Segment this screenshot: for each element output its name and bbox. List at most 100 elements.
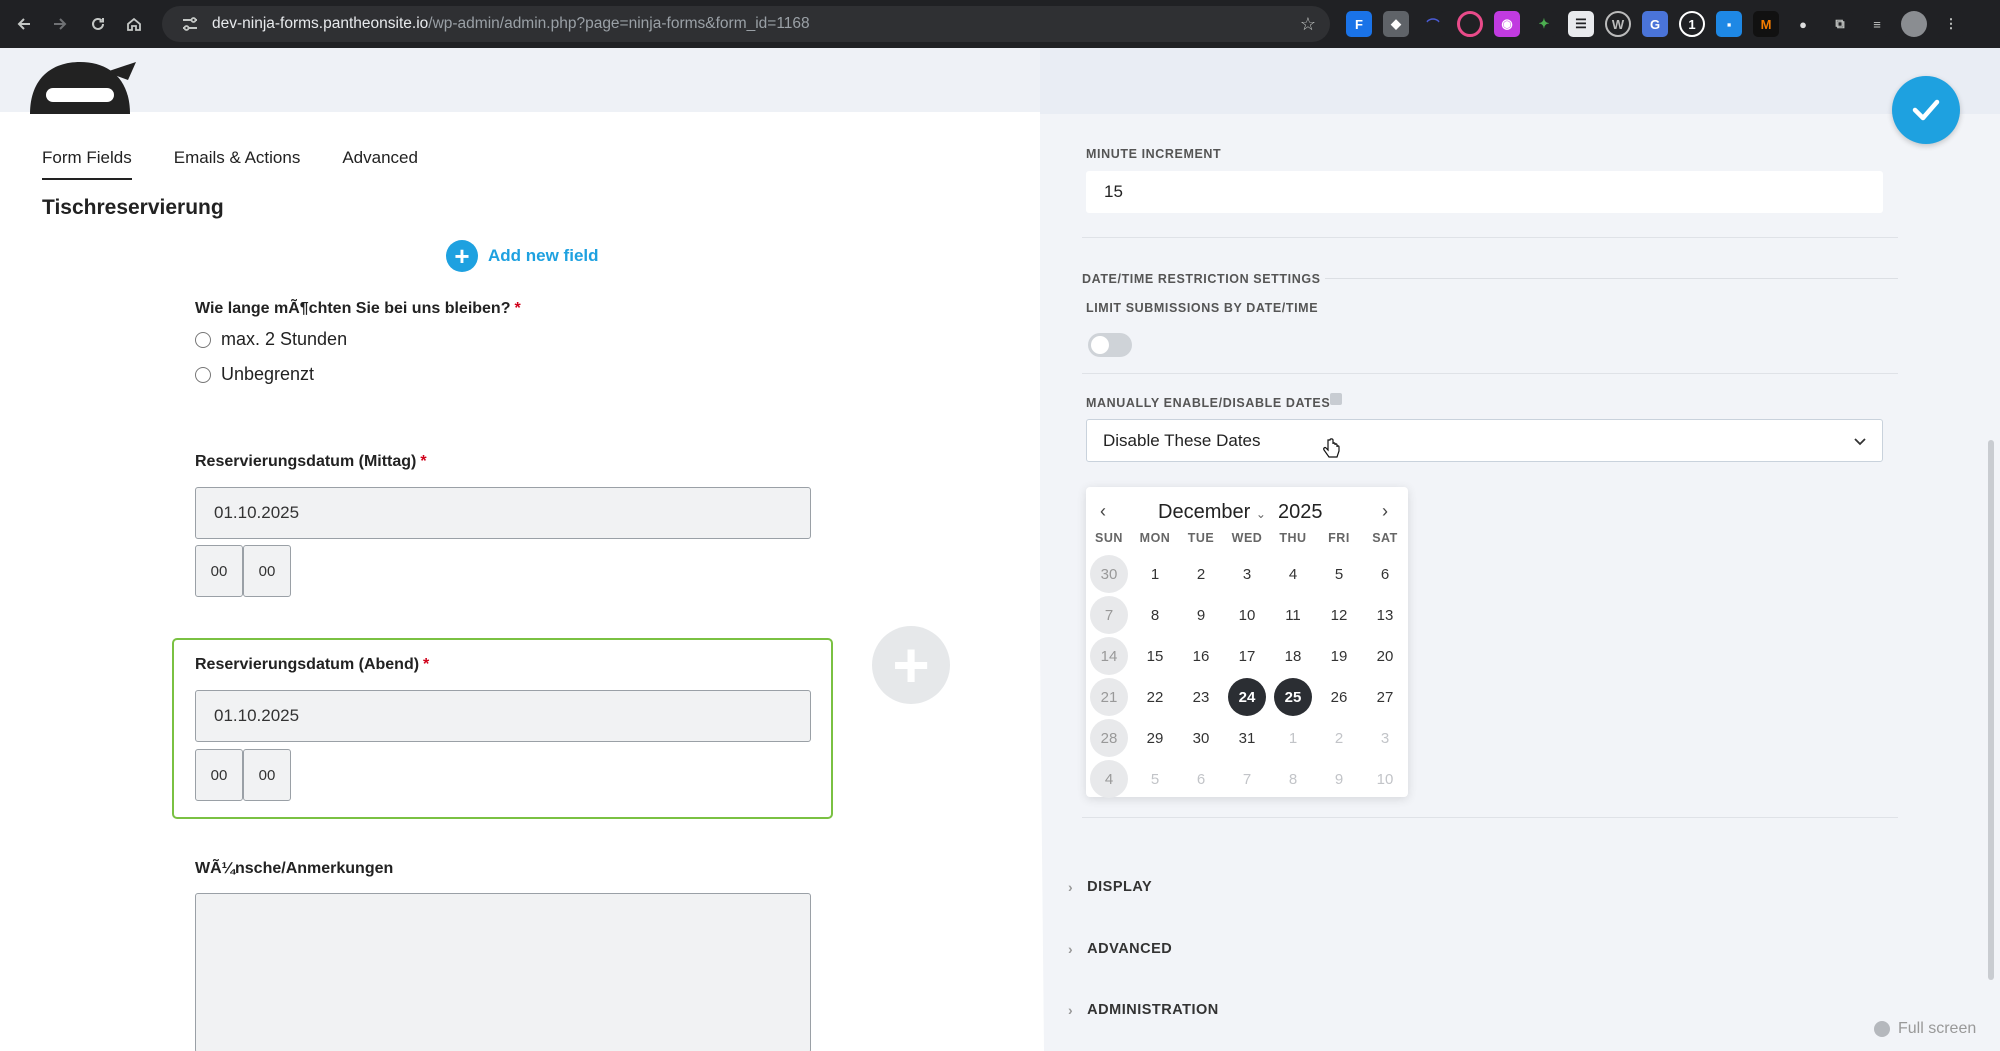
full-screen-button[interactable]: Full screen bbox=[1874, 1020, 1976, 1038]
radio-option[interactable]: max. 2 Stunden bbox=[195, 329, 347, 350]
calendar-day[interactable]: 3 bbox=[1228, 555, 1266, 593]
calendar-day[interactable]: 7 bbox=[1228, 760, 1266, 798]
field-label-notes[interactable]: WÃ¼nsche/Anmerkungen bbox=[195, 860, 393, 878]
notes-textarea[interactable] bbox=[195, 893, 811, 1051]
calendar-day[interactable]: 11 bbox=[1274, 596, 1312, 634]
calendar-day[interactable]: 26 bbox=[1320, 678, 1358, 716]
calendar-day[interactable]: 5 bbox=[1320, 555, 1358, 593]
calendar-day[interactable]: 23 bbox=[1182, 678, 1220, 716]
extensions-puzzle-icon[interactable]: ⧉ bbox=[1827, 11, 1853, 37]
color-picker-extension-icon[interactable] bbox=[1457, 11, 1483, 37]
done-button[interactable] bbox=[1892, 76, 1960, 144]
extension-icon[interactable]: ⌒ bbox=[1420, 11, 1446, 37]
wordpress-extension-icon[interactable]: W bbox=[1605, 11, 1631, 37]
shield-extension-icon[interactable]: ◆ bbox=[1383, 11, 1409, 37]
field-label-date-evening[interactable]: Reservierungsdatum (Abend) * bbox=[195, 656, 429, 674]
calendar-day[interactable]: 13 bbox=[1366, 596, 1404, 634]
tab-advanced[interactable]: Advanced bbox=[342, 148, 418, 180]
calendar-day[interactable]: 24 bbox=[1228, 678, 1266, 716]
section-administration-toggle[interactable]: › ADMINISTRATION bbox=[1068, 1002, 1219, 1018]
address-bar[interactable]: dev-ninja-forms.pantheonsite.io/wp-admin… bbox=[162, 6, 1330, 42]
profile-avatar[interactable] bbox=[1901, 11, 1927, 37]
add-field-drop-target-icon[interactable]: + bbox=[872, 626, 950, 704]
minute-input[interactable]: 00 bbox=[243, 545, 291, 597]
calendar-day[interactable]: 3 bbox=[1366, 719, 1404, 757]
manual-dates-select[interactable]: Disable These Dates bbox=[1086, 419, 1883, 462]
date-input-evening[interactable]: 01.10.2025 bbox=[195, 690, 811, 742]
calendar-day[interactable]: 19 bbox=[1320, 637, 1358, 675]
calendar-day[interactable]: 28 bbox=[1090, 719, 1128, 757]
forward-icon[interactable] bbox=[42, 6, 78, 42]
section-advanced-toggle[interactable]: › ADVANCED bbox=[1068, 941, 1172, 957]
calendar-day[interactable]: 8 bbox=[1136, 596, 1174, 634]
calendar-day[interactable]: 4 bbox=[1090, 760, 1128, 798]
calendar-day[interactable]: 21 bbox=[1090, 678, 1128, 716]
extension-icon[interactable]: ☰ bbox=[1568, 11, 1594, 37]
menu-kebab-icon[interactable]: ⋮ bbox=[1938, 11, 1964, 37]
calendar-day[interactable]: 27 bbox=[1366, 678, 1404, 716]
calendar-day[interactable]: 10 bbox=[1228, 596, 1266, 634]
calendar-day[interactable]: 20 bbox=[1366, 637, 1404, 675]
calendar-day[interactable]: 6 bbox=[1182, 760, 1220, 798]
extension-icon[interactable]: F bbox=[1346, 11, 1372, 37]
bookmark-star-icon[interactable]: ☆ bbox=[1300, 14, 1316, 35]
month-select[interactable]: December ⌄ bbox=[1158, 501, 1266, 524]
next-month-icon[interactable]: › bbox=[1382, 501, 1398, 521]
extension-icon[interactable]: ◉ bbox=[1494, 11, 1520, 37]
calendar-day[interactable]: 14 bbox=[1090, 637, 1128, 675]
calendar-day[interactable]: 4 bbox=[1274, 555, 1312, 593]
help-comment-icon[interactable] bbox=[1330, 393, 1342, 405]
calendar-day[interactable]: 31 bbox=[1228, 719, 1266, 757]
calendar-day[interactable]: 2 bbox=[1182, 555, 1220, 593]
calendar-day[interactable]: 1 bbox=[1274, 719, 1312, 757]
extension-icon[interactable]: M bbox=[1753, 11, 1779, 37]
calendar-day[interactable]: 6 bbox=[1366, 555, 1404, 593]
password-manager-icon[interactable]: 1 bbox=[1679, 11, 1705, 37]
calendar-day[interactable]: 8 bbox=[1274, 760, 1312, 798]
calendar-day[interactable]: 29 bbox=[1136, 719, 1174, 757]
calendar-day[interactable]: 30 bbox=[1090, 555, 1128, 593]
year-input[interactable]: 2025 bbox=[1278, 501, 1323, 524]
calendar-day[interactable]: 2 bbox=[1320, 719, 1358, 757]
drawer-scrollbar[interactable] bbox=[1988, 440, 1994, 980]
calendar-day[interactable]: 9 bbox=[1320, 760, 1358, 798]
back-icon[interactable] bbox=[6, 6, 42, 42]
section-display-toggle[interactable]: › DISPLAY bbox=[1068, 879, 1152, 895]
translate-extension-icon[interactable]: G bbox=[1642, 11, 1668, 37]
calendar-day[interactable]: 9 bbox=[1182, 596, 1220, 634]
tab-emails-actions[interactable]: Emails & Actions bbox=[174, 148, 301, 180]
home-icon[interactable] bbox=[116, 6, 152, 42]
tab-form-fields[interactable]: Form Fields bbox=[42, 148, 132, 180]
reading-list-icon[interactable]: ≡ bbox=[1864, 11, 1890, 37]
calendar-day[interactable]: 16 bbox=[1182, 637, 1220, 675]
calendar-day[interactable]: 12 bbox=[1320, 596, 1358, 634]
extension-icon[interactable]: ▪ bbox=[1716, 11, 1742, 37]
prev-month-icon[interactable]: ‹ bbox=[1100, 501, 1116, 521]
calendar-day[interactable]: 22 bbox=[1136, 678, 1174, 716]
radio-button[interactable] bbox=[195, 366, 211, 383]
field-label-stay[interactable]: Wie lange mÃ¶chten Sie bei uns bleiben? * bbox=[195, 300, 521, 318]
minute-increment-input[interactable]: 15 bbox=[1086, 171, 1883, 213]
radio-button[interactable] bbox=[195, 331, 211, 348]
calendar-day[interactable]: 10 bbox=[1366, 760, 1404, 798]
date-input-lunch[interactable]: 01.10.2025 bbox=[195, 487, 811, 539]
calendar-day[interactable]: 15 bbox=[1136, 637, 1174, 675]
calendar-day[interactable]: 17 bbox=[1228, 637, 1266, 675]
reload-icon[interactable] bbox=[80, 6, 116, 42]
extension-icon[interactable]: ✦ bbox=[1531, 11, 1557, 37]
add-new-field-button[interactable]: + Add new field bbox=[446, 240, 599, 272]
minute-input[interactable]: 00 bbox=[243, 749, 291, 801]
calendar-day[interactable]: 7 bbox=[1090, 596, 1128, 634]
radio-option[interactable]: Unbegrenzt bbox=[195, 364, 314, 385]
hour-input[interactable]: 00 bbox=[195, 545, 243, 597]
site-settings-icon[interactable] bbox=[178, 12, 202, 36]
calendar-day[interactable]: 5 bbox=[1136, 760, 1174, 798]
calendar-day[interactable]: 30 bbox=[1182, 719, 1220, 757]
hour-input[interactable]: 00 bbox=[195, 749, 243, 801]
extension-icon[interactable]: ● bbox=[1790, 11, 1816, 37]
calendar-day[interactable]: 1 bbox=[1136, 555, 1174, 593]
limit-submissions-toggle[interactable] bbox=[1088, 333, 1132, 357]
field-label-date-lunch[interactable]: Reservierungsdatum (Mittag) * bbox=[195, 453, 427, 471]
calendar-day[interactable]: 18 bbox=[1274, 637, 1312, 675]
calendar-day[interactable]: 25 bbox=[1274, 678, 1312, 716]
